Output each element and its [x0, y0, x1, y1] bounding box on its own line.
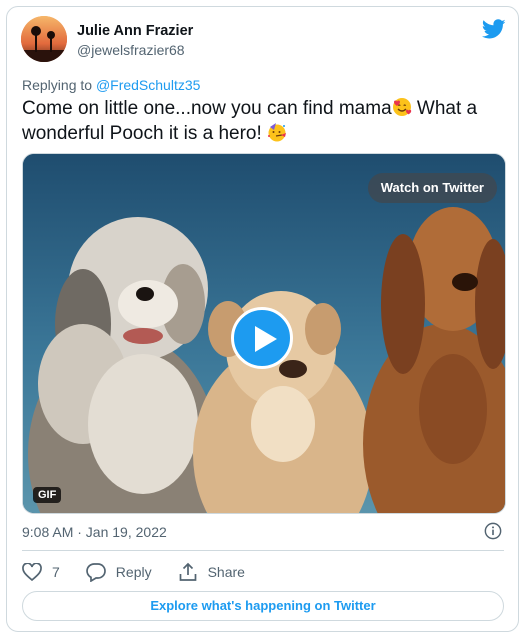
tweet-text: Come on little one...now you can find ma… — [22, 96, 502, 146]
media-gif[interactable]: Watch on Twitter GIF — [22, 153, 506, 514]
play-icon — [255, 326, 277, 352]
share-button[interactable]: Share — [178, 562, 245, 582]
reply-prefix: Replying to — [22, 77, 93, 93]
twitter-bird-icon[interactable] — [482, 17, 506, 41]
smiling-face-with-hearts-emoji — [392, 98, 411, 116]
tweet-card: Julie Ann Frazier @jewelsfrazier68 Reply… — [6, 6, 519, 632]
author-handle[interactable]: @jewelsfrazier68 — [77, 42, 185, 58]
reply-mention[interactable]: @FredSchultz35 — [96, 77, 200, 93]
divider — [22, 550, 504, 551]
avatar-image — [21, 16, 67, 62]
tweet-line2: wonderful Pooch it is a hero! — [22, 123, 268, 144]
tweet-timestamp[interactable]: 9:08 AM · Jan 19, 2022 — [22, 524, 167, 540]
explore-button[interactable]: Explore what's happening on Twitter — [22, 591, 504, 621]
watch-on-twitter-button[interactable]: Watch on Twitter — [367, 173, 497, 203]
play-button[interactable] — [231, 307, 293, 369]
share-label: Share — [207, 564, 245, 580]
reply-context: Replying to @FredSchultz35 — [22, 77, 200, 93]
tweet-line1-rest: What a — [411, 98, 478, 119]
heart-icon — [22, 563, 42, 581]
reply-button[interactable]: Reply — [86, 562, 152, 582]
like-button[interactable]: 7 — [22, 563, 60, 581]
avatar[interactable] — [21, 16, 67, 62]
share-icon — [179, 562, 196, 581]
partying-face-emoji — [268, 123, 287, 142]
like-count: 7 — [52, 564, 60, 580]
info-icon[interactable] — [484, 522, 502, 540]
action-bar: 7 Reply Share — [22, 562, 271, 582]
tweet-line1: Come on little one...now you can find ma… — [22, 98, 392, 119]
reply-label: Reply — [115, 564, 152, 580]
reply-icon — [86, 563, 106, 582]
gif-badge: GIF — [33, 487, 62, 503]
author-name[interactable]: Julie Ann Frazier — [77, 23, 193, 39]
